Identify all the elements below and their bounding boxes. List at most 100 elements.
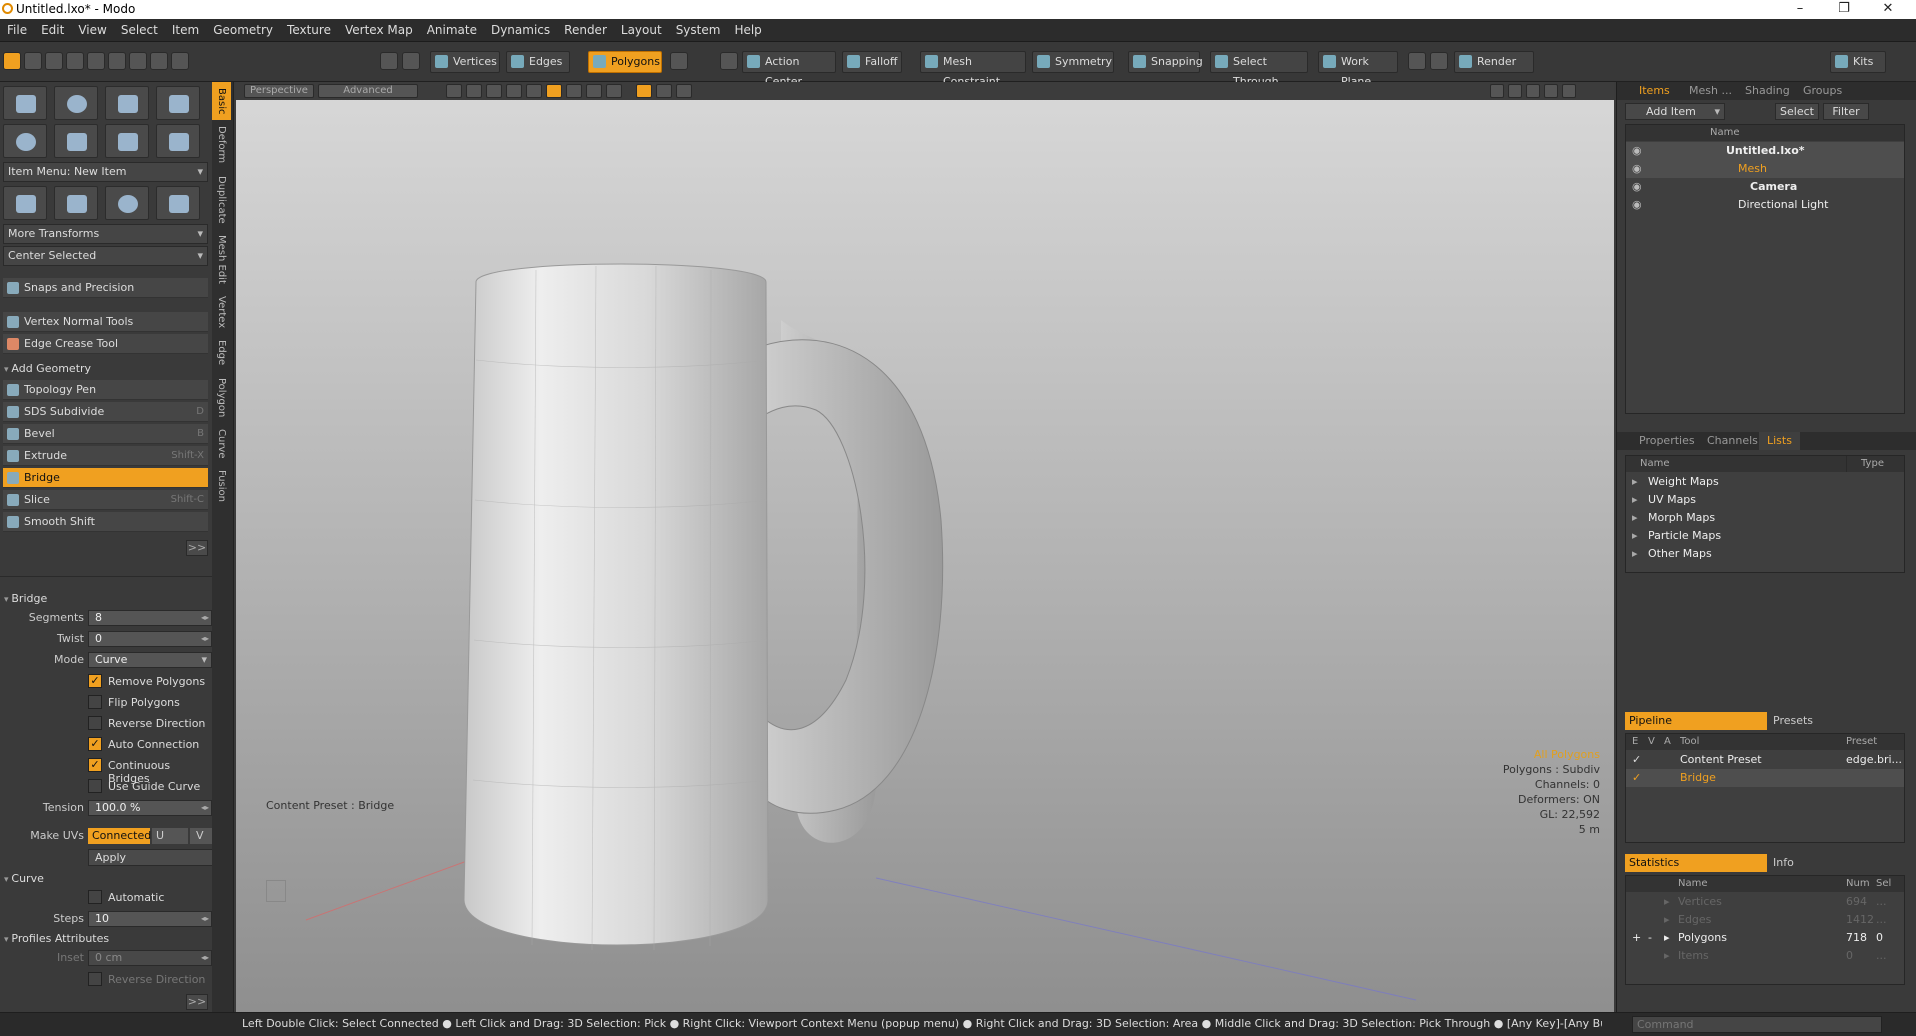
remove-polygons-checkbox[interactable]: ✓ — [88, 674, 102, 688]
auto-connection-checkbox[interactable]: ✓ — [88, 737, 102, 751]
tab-groups[interactable]: Groups — [1795, 82, 1850, 100]
snapping-button[interactable]: Snapping — [1128, 51, 1203, 73]
apply-button[interactable]: Apply — [88, 849, 228, 866]
viewport-option-icon[interactable] — [466, 84, 482, 98]
viewport-settings-icon[interactable] — [1562, 84, 1576, 98]
text-primitive-icon[interactable] — [156, 124, 200, 158]
item-transform-icon[interactable] — [156, 186, 200, 220]
tab-items[interactable]: Items — [1631, 82, 1678, 100]
align-tool-icon[interactable] — [129, 52, 147, 70]
snaps-precision-button[interactable]: Snaps and Precision — [3, 278, 208, 298]
shading-mode-button[interactable]: Advanced — [318, 84, 418, 98]
kits-button[interactable]: Kits — [1830, 51, 1886, 73]
edges-button[interactable]: Edges — [506, 51, 570, 73]
menu-system[interactable]: System — [669, 19, 728, 41]
sds-subdivide-button[interactable]: SDS Subdivide D — [3, 402, 208, 422]
sphere-primitive-icon[interactable] — [54, 86, 98, 120]
menu-vertex-map[interactable]: Vertex Map — [338, 19, 420, 41]
zoom-icon[interactable] — [1526, 84, 1540, 98]
polygon-type-icon[interactable] — [670, 52, 688, 70]
polygons-button[interactable]: Polygons — [588, 51, 662, 73]
viewport-option-icon[interactable] — [446, 84, 462, 98]
cylinder-primitive-icon[interactable] — [105, 86, 149, 120]
menu-file[interactable]: File — [0, 19, 34, 41]
center-tool-icon[interactable] — [171, 52, 189, 70]
capsule-primitive-icon[interactable] — [54, 124, 98, 158]
bridge-section[interactable]: Bridge — [4, 592, 47, 605]
tab-channels[interactable]: Channels — [1699, 432, 1766, 450]
tab-mesh-edit[interactable]: Mesh Edit — [212, 229, 231, 290]
mode-dropdown[interactable]: Curve ▾ — [88, 652, 212, 668]
menu-layout[interactable]: Layout — [614, 19, 669, 41]
eye-icon[interactable]: ◉ — [1632, 142, 1642, 160]
segments-field[interactable]: 8 — [88, 610, 212, 626]
menu-help[interactable]: Help — [727, 19, 768, 41]
slice-button[interactable]: Slice Shift-C — [3, 490, 208, 510]
work-plane-button[interactable]: Work Plane — [1318, 51, 1398, 88]
vertices-button[interactable]: Vertices — [430, 51, 500, 73]
menu-render[interactable]: Render — [557, 19, 614, 41]
more-properties-button[interactable]: >> — [186, 994, 208, 1010]
item-row-scene[interactable]: ◉ Untitled.lxo* — [1626, 142, 1904, 160]
eye-icon[interactable]: ◉ — [1632, 196, 1642, 214]
tension-field[interactable]: 100.0 % — [88, 800, 212, 816]
stats-row-polygons[interactable]: + - ▸ Polygons 718 0 — [1626, 929, 1904, 947]
render-button[interactable]: Render — [1454, 51, 1534, 73]
stats-row-items[interactable]: ▸ Items 0... — [1626, 947, 1904, 965]
automatic-checkbox[interactable] — [88, 890, 102, 904]
tab-lists[interactable]: Lists — [1759, 432, 1800, 450]
filter-button[interactable]: Filter — [1823, 103, 1869, 120]
fit-icon[interactable] — [1544, 84, 1558, 98]
topology-pen-button[interactable]: Topology Pen — [3, 380, 208, 400]
scale-tool-icon[interactable] — [66, 52, 84, 70]
curve-section[interactable]: Curve — [4, 872, 43, 885]
list-row-weight-maps[interactable]: ▸ Weight Maps — [1626, 473, 1904, 491]
tab-duplicate[interactable]: Duplicate — [212, 170, 231, 230]
workplane-toggle-icon[interactable] — [546, 84, 562, 98]
material-mode-icon[interactable] — [402, 52, 420, 70]
menu-dynamics[interactable]: Dynamics — [484, 19, 557, 41]
preview-icon[interactable] — [1430, 52, 1448, 70]
center-selected-dropdown[interactable]: Center Selected — [3, 246, 208, 266]
list-row-particle-maps[interactable]: ▸ Particle Maps — [1626, 527, 1904, 545]
menu-edit[interactable]: Edit — [34, 19, 71, 41]
viewport-option-icon[interactable] — [656, 84, 672, 98]
tab-info[interactable]: Info — [1773, 854, 1794, 872]
extrude-button[interactable]: Extrude Shift-X — [3, 446, 208, 466]
rotate-view-icon[interactable] — [1508, 84, 1522, 98]
pipeline-row-content-preset[interactable]: ✓ Content Preset edge.bri... — [1626, 751, 1904, 769]
viewport-option-icon[interactable] — [566, 84, 582, 98]
edge-crease-tool-button[interactable]: Edge Crease Tool — [3, 334, 208, 354]
item-mode-icon[interactable] — [380, 52, 398, 70]
view-type-button[interactable]: Perspective — [244, 84, 314, 98]
symmetry-button[interactable]: Symmetry — [1032, 51, 1114, 73]
pipeline-row-bridge[interactable]: ✓ Bridge — [1626, 769, 1904, 787]
mug-mesh[interactable] — [236, 100, 1614, 1020]
tab-fusion[interactable]: Fusion — [212, 464, 231, 508]
maximize-icon[interactable]: ❐ — [1822, 0, 1866, 19]
tab-polygon[interactable]: Polygon — [212, 372, 231, 423]
smooth-shift-button[interactable]: Smooth Shift — [3, 512, 208, 532]
eye-icon[interactable]: ◉ — [1632, 178, 1642, 196]
bridge-button[interactable]: Bridge — [3, 468, 208, 488]
more-tools-button[interactable]: >> — [186, 540, 208, 556]
snap-tool-icon[interactable] — [150, 52, 168, 70]
menu-texture[interactable]: Texture — [280, 19, 338, 41]
transform-tool-icon[interactable] — [87, 52, 105, 70]
component-mode-icon[interactable] — [720, 52, 738, 70]
reverse-direction-2-checkbox[interactable] — [88, 972, 102, 986]
item-rotate-icon[interactable] — [54, 186, 98, 220]
viewport-option-icon[interactable] — [606, 84, 622, 98]
menu-geometry[interactable]: Geometry — [206, 19, 280, 41]
item-row-mesh[interactable]: ◉ Mesh — [1626, 160, 1904, 178]
item-row-camera[interactable]: ◉ Camera — [1626, 178, 1904, 196]
item-scale-icon[interactable] — [105, 186, 149, 220]
profiles-attributes-section[interactable]: Profiles Attributes — [4, 932, 109, 945]
item-menu-dropdown[interactable]: Item Menu: New Item — [3, 162, 208, 182]
viewport-option-icon[interactable] — [486, 84, 502, 98]
cube-primitive-icon[interactable] — [3, 86, 47, 120]
tab-pipeline[interactable]: Pipeline — [1625, 712, 1767, 730]
vertex-normal-tools-button[interactable]: Vertex Normal Tools — [3, 312, 208, 332]
menu-item[interactable]: Item — [165, 19, 206, 41]
menu-select[interactable]: Select — [114, 19, 165, 41]
